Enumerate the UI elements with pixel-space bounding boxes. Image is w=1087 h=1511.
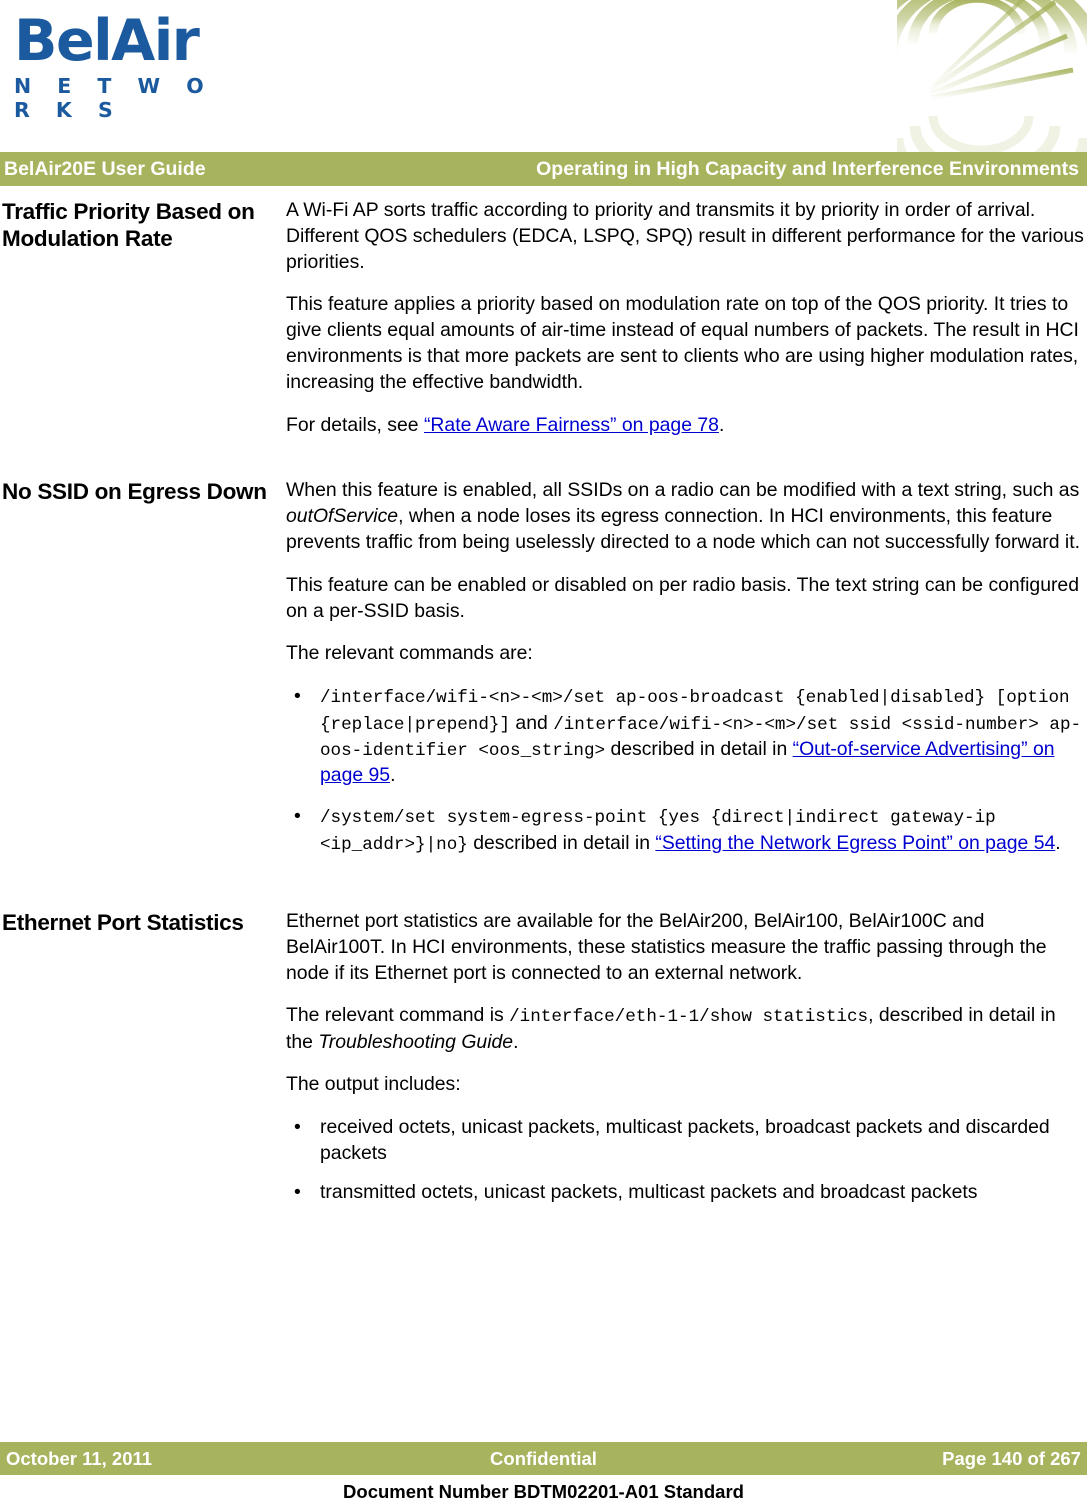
- text-run: described in detail in: [467, 831, 656, 854]
- paragraph: The output includes:: [286, 1073, 461, 1096]
- list-item-label: received octets, unicast packets, multic…: [320, 1116, 1050, 1165]
- section-heading: Traffic Priority Based on Modulation Rat…: [2, 199, 255, 252]
- list-item: •/system/set system-egress-point {yes {d…: [286, 804, 1085, 857]
- belair-networks-logo: BelAir N E T W O R K S: [14, 8, 244, 123]
- bullet-glyph-icon: •: [294, 1116, 301, 1139]
- paragraph: The relevant command is /interface/eth-1…: [286, 1003, 1085, 1055]
- page-footer: October 11, 2011 Confidential Page 140 o…: [0, 1442, 1087, 1511]
- output-bullet-list: • received octets, unicast packets, multi…: [286, 1115, 1085, 1205]
- section-body: When this feature is enabled, all SSIDs …: [286, 478, 1087, 873]
- section-heading: Ethernet Port Statistics: [2, 909, 244, 935]
- text-run: described in detail in: [605, 737, 793, 760]
- header-chapter-title: Operating in High Capacity and Interfere…: [536, 157, 1079, 180]
- section-no-ssid-on-egress-down: No SSID on Egress Down When this feature…: [0, 478, 1087, 873]
- header-guide-title: BelAir20E User Guide: [4, 157, 206, 180]
- emphasis-out-of-service: outOfService: [286, 505, 399, 528]
- paragraph: This feature can be enabled or disabled …: [286, 573, 1079, 622]
- bullet-glyph-icon: •: [294, 685, 301, 708]
- footer-date: October 11, 2011: [6, 1447, 153, 1469]
- list-item: • received octets, unicast packets, multi…: [286, 1115, 1085, 1167]
- command-code: /interface/eth-1-1/show statistics: [509, 1007, 869, 1028]
- footer-band: October 11, 2011 Confidential Page 140 o…: [0, 1442, 1087, 1475]
- paragraph: When this feature is enabled, all SSIDs …: [286, 478, 1085, 555]
- text-run: For details, see: [286, 413, 424, 436]
- list-item: • transmitted octets, unicast packets, mu…: [286, 1180, 1085, 1206]
- text-run: When this feature is enabled, all SSIDs …: [286, 479, 1080, 502]
- text-run: .: [1055, 831, 1061, 854]
- logo-subtitle: N E T W O R K S: [14, 74, 214, 123]
- xref-setting-the-network-egress-point[interactable]: “Setting the Network Egress Point” on pa…: [655, 832, 1055, 854]
- text-run: .: [718, 413, 725, 436]
- text-run: .: [513, 1030, 519, 1053]
- paragraph: A Wi-Fi AP sorts traffic according to pr…: [286, 199, 1084, 273]
- text-run: .: [390, 764, 396, 787]
- paragraph-with-xref: For details, see “Rate Aware Fairness” o…: [286, 413, 1085, 439]
- page-content: Traffic Priority Based on Modulation Rat…: [0, 186, 1087, 1418]
- footer-page-number: Page 140 of 267: [942, 1447, 1081, 1469]
- section-body: A Wi-Fi AP sorts traffic according to pr…: [286, 198, 1087, 438]
- emphasis-troubleshooting-guide: Troubleshooting Guide: [318, 1030, 514, 1053]
- footer-classification: Confidential: [490, 1447, 597, 1469]
- section-ethernet-port-statistics: Ethernet Port Statistics Ethernet port s…: [0, 909, 1087, 1222]
- page-header-band: BelAir20E User Guide Operating in High C…: [0, 152, 1087, 186]
- radial-web-decoration-icon: [897, 0, 1087, 152]
- list-item-label: transmitted octets, unicast packets, mul…: [320, 1180, 978, 1203]
- section-heading: No SSID on Egress Down: [2, 479, 267, 505]
- xref-rate-aware-fairness[interactable]: “Rate Aware Fairness” on page 78: [424, 414, 719, 436]
- bullet-glyph-icon: •: [294, 1180, 301, 1203]
- text-run: and: [510, 711, 554, 734]
- section-traffic-priority: Traffic Priority Based on Modulation Rat…: [0, 198, 1087, 438]
- text-run: The relevant command is: [286, 1004, 510, 1027]
- list-item: •/interface/wifi-<n>-<m>/set ap-oos-broa…: [286, 684, 1085, 789]
- paragraph: Ethernet port statistics are available f…: [286, 909, 1047, 984]
- paragraph: The relevant commands are:: [286, 642, 533, 665]
- paragraph: This feature applies a priority based on…: [286, 293, 1079, 393]
- masthead: BelAir N E T W O R K S: [0, 0, 1087, 152]
- command-bullet-list: •/interface/wifi-<n>-<m>/set ap-oos-broa…: [286, 684, 1085, 857]
- bullet-glyph-icon: •: [294, 805, 301, 828]
- text-run: , when a node loses its egress connectio…: [286, 505, 1080, 553]
- footer-document-number: Document Number BDTM02201-A01 Standard: [343, 1481, 744, 1502]
- section-body: Ethernet port statistics are available f…: [286, 909, 1087, 1222]
- logo-wordmark: BelAir: [14, 8, 200, 74]
